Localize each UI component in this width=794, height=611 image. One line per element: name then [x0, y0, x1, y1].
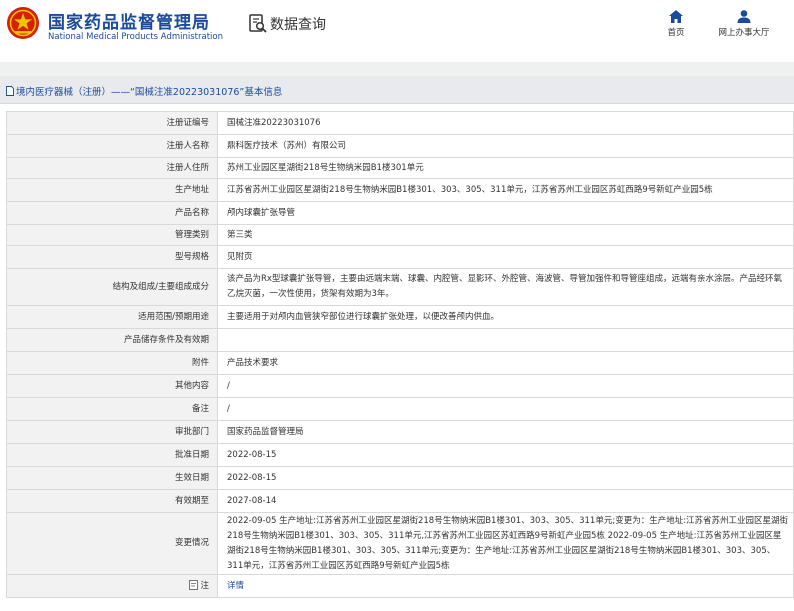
nav-service-hall-button[interactable]: 网上办事大厅 — [713, 10, 775, 44]
row-value: 苏州工业园区星湖街218号生物纳米园B1楼301单元 — [217, 157, 794, 179]
row-value: 该产品为Rx型球囊扩张导管，主要由远端末端、球囊、内腔管、显影环、外腔管、海波管… — [217, 268, 794, 306]
row-value — [217, 328, 794, 352]
table-row: 结构及组成/主要组成成分 该产品为Rx型球囊扩张导管，主要由远端末端、球囊、内腔管… — [6, 268, 794, 306]
row-value: 详情 — [217, 574, 794, 598]
row-label: 管理类别 — [6, 224, 218, 246]
home-icon — [669, 10, 683, 23]
table-row: 其他内容 / — [6, 374, 794, 398]
nav-home-button[interactable]: 首页 — [646, 10, 706, 44]
table-row: 生产地址 江苏省苏州工业园区星湖街218号生物纳米园B1楼301、303、305、… — [6, 178, 794, 202]
table-row: 管理类别 第三类 — [6, 224, 794, 246]
row-value: 第三类 — [217, 224, 794, 246]
table-row: 产品名称 颅内球囊扩张导管 — [6, 201, 794, 225]
nav-hall-label: 网上办事大厅 — [718, 28, 770, 38]
row-label: 生产地址 — [6, 178, 218, 202]
row-label: 注册人住所 — [6, 157, 218, 179]
table-row: 注册证编号 国械注准20223031076 — [6, 111, 794, 135]
table-row: 注册人名称 鼎科医疗技术（苏州）有限公司 — [6, 134, 794, 158]
row-value: 颅内球囊扩张导管 — [217, 201, 794, 225]
row-label: 审批部门 — [6, 420, 218, 444]
emblem-logo[interactable] — [6, 6, 40, 40]
breadcrumb: 境内医疗器械（注册）——“国械注准20223031076”基本信息 — [6, 84, 282, 98]
table-row: 备注 / — [6, 397, 794, 421]
row-value: 国械注准20223031076 — [217, 111, 794, 135]
page-icon — [6, 86, 14, 96]
row-label: 生效日期 — [6, 466, 218, 490]
table-row: 审批部门 国家药品监督管理局 — [6, 420, 794, 444]
row-label: 有效期至 — [6, 489, 218, 513]
row-label: 产品储存条件及有效期 — [6, 328, 218, 352]
details-link[interactable]: 详情 — [227, 581, 244, 591]
row-label: 变更情况 — [6, 512, 218, 575]
table-row: 批准日期 2022-08-15 — [6, 443, 794, 467]
nav-home-label: 首页 — [667, 28, 685, 38]
page-title: 数据查询 — [270, 17, 326, 33]
header-divider — [0, 62, 794, 76]
table-row: 注册人住所 苏州工业园区星湖街218号生物纳米园B1楼301单元 — [6, 157, 794, 179]
row-label: 备注 — [6, 397, 218, 421]
row-value: 鼎科医疗技术（苏州）有限公司 — [217, 134, 794, 158]
row-label: 批准日期 — [6, 443, 218, 467]
detail-table: 注册证编号 国械注准20223031076 注册人名称 鼎科医疗技术（苏州）有限公司注… — [6, 111, 794, 598]
breadcrumb-bar: 境内医疗器械（注册）——“国械注准20223031076”基本信息 — [0, 76, 794, 104]
row-label: 注册证编号 — [6, 111, 218, 135]
row-label: 结构及组成/主要组成成分 — [6, 268, 218, 306]
breadcrumb-text: 境内医疗器械（注册）——“国械注准20223031076”基本信息 — [16, 87, 283, 98]
row-value: 国家药品监督管理局 — [217, 420, 794, 444]
table-row: 生效日期 2022-08-15 — [6, 466, 794, 490]
search-doc-icon — [249, 14, 267, 33]
row-value: 主要适用于对颅内血管狭窄部位进行球囊扩张处理，以便改善颅内供血。 — [217, 305, 794, 329]
table-row: 型号规格 见附页 — [6, 245, 794, 269]
row-value: 2022-08-15 — [217, 443, 794, 467]
org-name-cn: 国家药品监督管理局 — [48, 13, 210, 33]
row-value: / — [217, 374, 794, 398]
table-row: 变更情况 2022-09-05 生产地址:江苏省苏州工业园区星湖街218号生物纳米… — [6, 512, 794, 575]
table-row: 有效期至 2027-08-14 — [6, 489, 794, 513]
row-value: 产品技术要求 — [217, 351, 794, 375]
row-label: 注 — [6, 574, 218, 598]
user-icon — [737, 10, 751, 23]
row-value: 2022-09-05 生产地址:江苏省苏州工业园区星湖街218号生物纳米园B1楼… — [217, 512, 794, 575]
site-header: 国家药品监督管理局 National Medical Products Admi… — [0, 0, 794, 62]
table-row: 产品储存条件及有效期 — [6, 328, 794, 352]
row-value: / — [217, 397, 794, 421]
row-label: 注册人名称 — [6, 134, 218, 158]
table-row: 附件 产品技术要求 — [6, 351, 794, 375]
row-label: 其他内容 — [6, 374, 218, 398]
row-label: 适用范围/预期用途 — [6, 305, 218, 329]
row-label-text: 注 — [200, 580, 209, 591]
table-row: 适用范围/预期用途 主要适用于对颅内血管狭窄部位进行球囊扩张处理，以便改善颅内供血… — [6, 305, 794, 329]
note-icon — [189, 579, 199, 590]
row-label: 型号规格 — [6, 245, 218, 269]
org-name-en: National Medical Products Administration — [48, 32, 223, 42]
table-row: 注 详情 — [6, 574, 794, 598]
row-value: 2022-08-15 — [217, 466, 794, 490]
row-value: 江苏省苏州工业园区星湖街218号生物纳米园B1楼301、303、305、311单… — [217, 178, 794, 202]
row-value: 2027-08-14 — [217, 489, 794, 513]
row-value: 见附页 — [217, 245, 794, 269]
row-label: 附件 — [6, 351, 218, 375]
row-label: 产品名称 — [6, 201, 218, 225]
